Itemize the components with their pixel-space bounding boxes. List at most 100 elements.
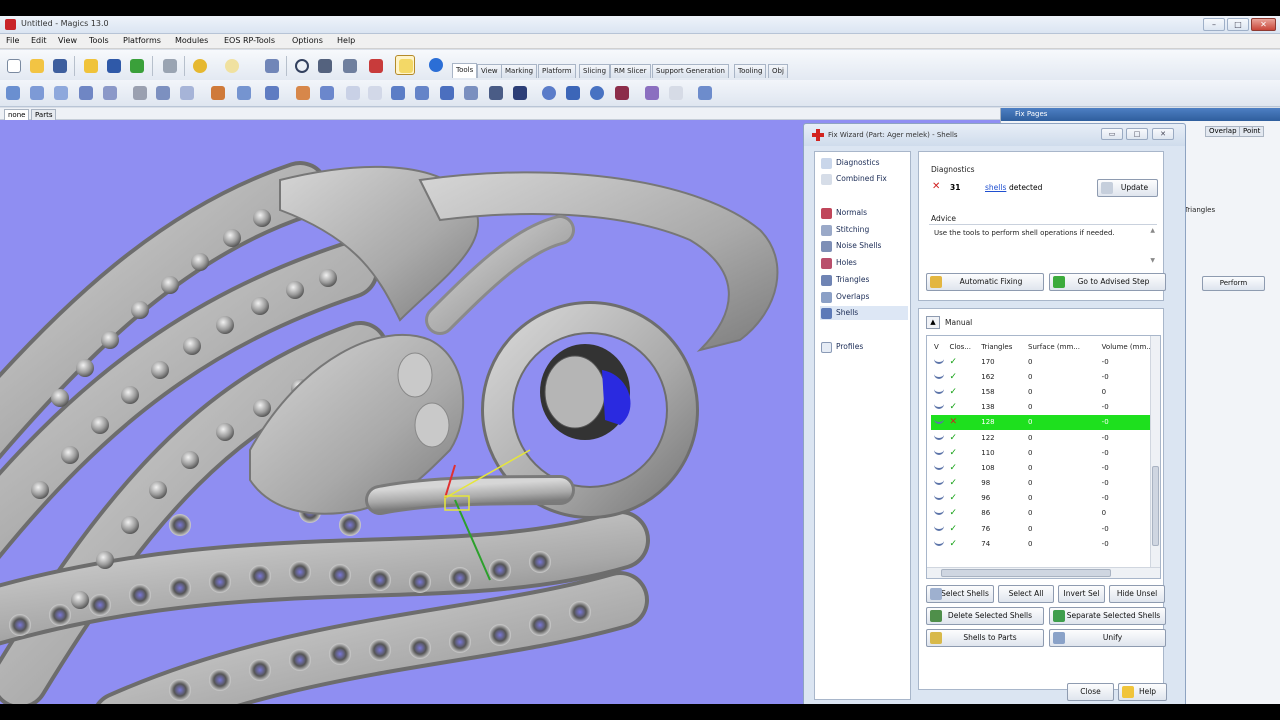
cut-icon[interactable] [130,83,150,103]
nav-overlaps[interactable]: Overlaps [820,290,908,304]
import-part-icon[interactable] [81,56,101,76]
dialog-restore-button[interactable]: □ [1126,128,1148,140]
perform-button[interactable]: Perform [1202,276,1265,291]
select-all-button[interactable]: Select All [998,585,1054,603]
boolean-icon[interactable] [262,83,282,103]
nav-triangles[interactable]: Triangles [820,273,908,287]
triangle-reduction-icon[interactable] [317,83,337,103]
help-button[interactable]: Help [1118,683,1167,701]
highlight-icon[interactable] [666,83,686,103]
visibility-icon[interactable] [934,540,944,546]
rescale-part-icon[interactable] [51,83,71,103]
visibility-icon[interactable] [934,434,944,440]
tab-view[interactable]: View [477,64,502,78]
visibility-icon[interactable] [934,373,944,379]
nav-holes[interactable]: Holes [820,256,908,270]
col-volume[interactable]: Volume (mm... [1099,339,1153,354]
tab-tooling[interactable]: Tooling [734,64,767,78]
brush-icon[interactable] [563,83,583,103]
nav-combined-fix[interactable]: Combined Fix [820,172,908,186]
automatic-fixing-button[interactable]: Automatic Fixing [926,273,1044,291]
tab-tools[interactable]: Tools [452,63,478,78]
dialog-collapse-button[interactable]: ▭ [1101,128,1123,140]
table-row[interactable]: ✕ 128 0 -0 [931,414,1153,430]
close-window-button[interactable]: ✕ [1251,18,1276,31]
viewport-tab-none[interactable]: none [4,109,30,120]
cube-icon[interactable] [695,83,715,103]
close-button[interactable]: Close [1067,683,1114,701]
maximize-button[interactable]: □ [1227,18,1249,31]
table-row[interactable]: ✓ 74 0 -0 [931,536,1153,551]
measure-icon[interactable] [366,56,386,76]
shells-to-parts-button[interactable]: Shells to Parts [926,629,1044,647]
hide-unselected-button[interactable]: Hide Unsel [1109,585,1165,603]
separate-selected-shells-button[interactable]: Separate Selected Shells [1049,607,1166,625]
tab-obj[interactable]: Obj [768,64,788,78]
screenshot-icon[interactable] [510,83,530,103]
table-row[interactable]: ✓ 110 0 -0 [931,445,1153,460]
visibility-icon[interactable] [934,509,944,516]
visibility-icon[interactable] [934,494,944,501]
draft-icon[interactable] [461,83,481,103]
unload-part-icon[interactable] [127,56,147,76]
menu-platforms[interactable]: Platforms [123,36,161,45]
redo-icon[interactable] [222,56,242,76]
tab-slicing[interactable]: Slicing [579,64,611,78]
table-row[interactable]: ✓ 98 0 -0 [931,476,1153,491]
select-shells-button[interactable]: Select Shells [926,585,994,603]
visibility-icon[interactable] [934,418,944,425]
nav-diagnostics[interactable]: Diagnostics [820,156,908,170]
table-row[interactable]: ✓ 86 0 0 [931,506,1153,521]
link-icon[interactable] [612,83,632,103]
select-pointer-icon[interactable] [262,56,282,76]
save-icon[interactable] [50,56,70,76]
check-icon[interactable] [395,55,415,75]
visibility-icon[interactable] [934,388,944,394]
undo-icon[interactable] [190,56,210,76]
shells-link[interactable]: shells [985,183,1006,192]
pan-view-icon[interactable] [315,56,335,76]
compare-icon[interactable] [642,83,662,103]
rotate-part-icon[interactable] [27,83,47,103]
menu-eos-rp-tools[interactable]: EOS RP-Tools [224,36,275,45]
section-icon[interactable] [412,83,432,103]
punch-icon[interactable] [153,83,173,103]
unify-button[interactable]: Unify [1049,629,1166,647]
wrap-icon[interactable] [343,83,363,103]
viewport-tab-parts[interactable]: Parts [31,109,57,120]
dialog-close-button[interactable]: ✕ [1152,128,1174,140]
visibility-icon[interactable] [934,464,944,470]
extrude-icon[interactable] [234,83,254,103]
advice-scroll-down-icon[interactable]: ▼ [1150,257,1155,264]
col-visible[interactable]: V [931,339,947,354]
print-icon[interactable] [160,56,180,76]
shell-icon[interactable] [365,83,385,103]
table-row[interactable]: ✓ 108 0 -0 [931,460,1153,475]
col-triangles[interactable]: Triangles [978,339,1025,354]
invert-selection-button[interactable]: Invert Sel [1058,585,1105,603]
tab-support-generation[interactable]: Support Generation [652,64,729,78]
nav-shells[interactable]: Shells [820,306,908,320]
table-row[interactable]: ✓ 138 0 -0 [931,400,1153,415]
table-horizontal-scrollbar[interactable] [927,567,1160,578]
table-row[interactable]: ✓ 76 0 -0 [931,521,1153,536]
col-surface[interactable]: Surface (mm... [1025,339,1099,354]
sphere-icon[interactable] [587,83,607,103]
menu-options[interactable]: Options [292,36,323,45]
mirror-part-icon[interactable] [76,83,96,103]
nav-profiles[interactable]: Profiles [820,340,908,354]
table-row[interactable]: ✓ 170 0 -0 [931,354,1153,369]
menu-edit[interactable]: Edit [31,36,47,45]
new-file-icon[interactable] [4,56,24,76]
label-icon[interactable] [437,83,457,103]
visibility-icon[interactable] [934,449,944,455]
tab-rm-slicer[interactable]: RM Slicer [610,64,651,78]
minimize-button[interactable]: – [1203,18,1225,31]
update-button[interactable]: Update [1097,179,1158,197]
table-row[interactable]: ✓ 158 0 0 [931,384,1153,399]
go-to-advised-step-button[interactable]: Go to Advised Step [1049,273,1166,291]
table-row[interactable]: ✓ 162 0 -0 [931,369,1153,384]
hollow-icon[interactable] [177,83,197,103]
menu-file[interactable]: File [6,36,19,45]
save-part-icon[interactable] [104,56,124,76]
